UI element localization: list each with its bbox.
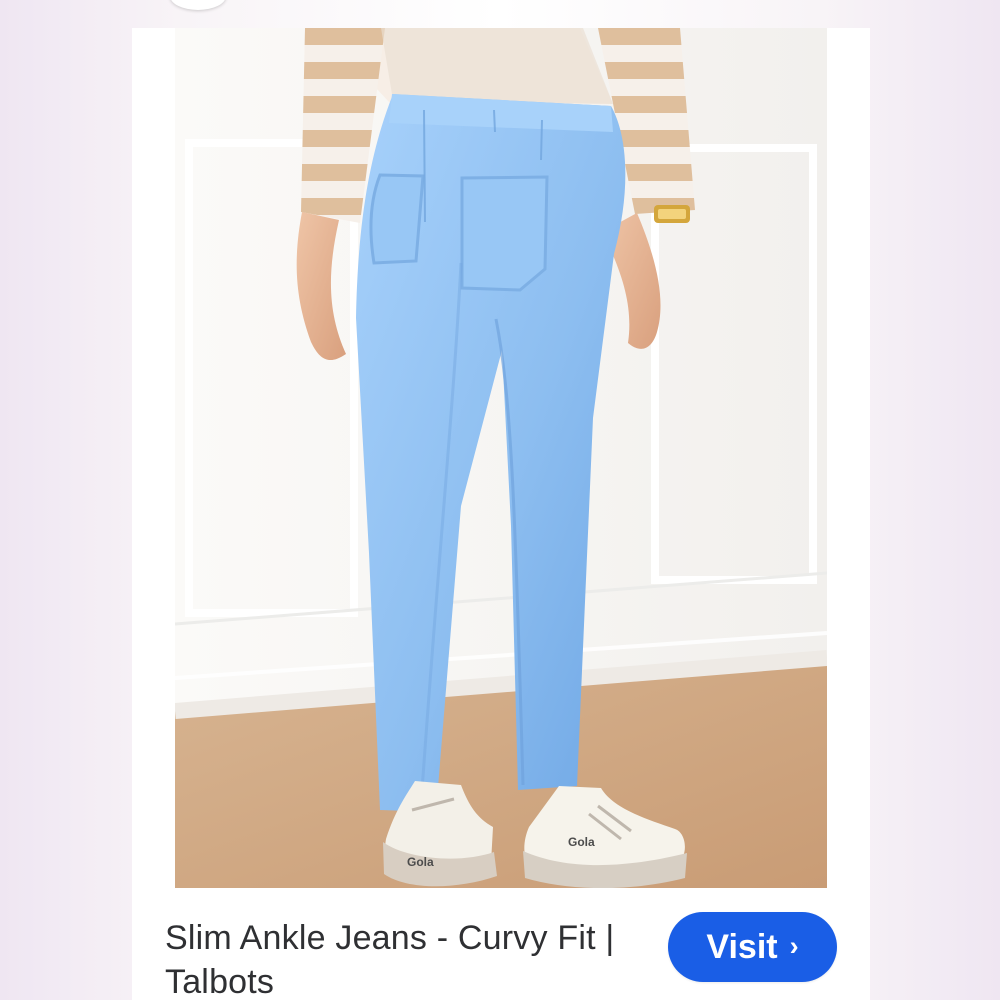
product-image[interactable]: Gola Gola (175, 28, 827, 888)
search-result-screen: Gola Gola Slim Ankle Jeans - Curvy Fit |… (0, 0, 1000, 1000)
visit-button-label: Visit (706, 927, 778, 966)
product-result-card[interactable]: Gola Gola Slim Ankle Jeans - Curvy Fit |… (132, 28, 870, 1000)
visit-button[interactable]: Visit › (668, 912, 837, 982)
shoe-brand-text: Gola (568, 835, 595, 849)
top-scroll-chip (170, 0, 226, 10)
jeans-product-photo: Gola Gola (175, 28, 827, 888)
shoe-brand-text-left: Gola (407, 855, 434, 869)
chevron-right-icon: › (789, 931, 799, 961)
product-title[interactable]: Slim Ankle Jeans - Curvy Fit | Talbots (165, 916, 625, 1000)
